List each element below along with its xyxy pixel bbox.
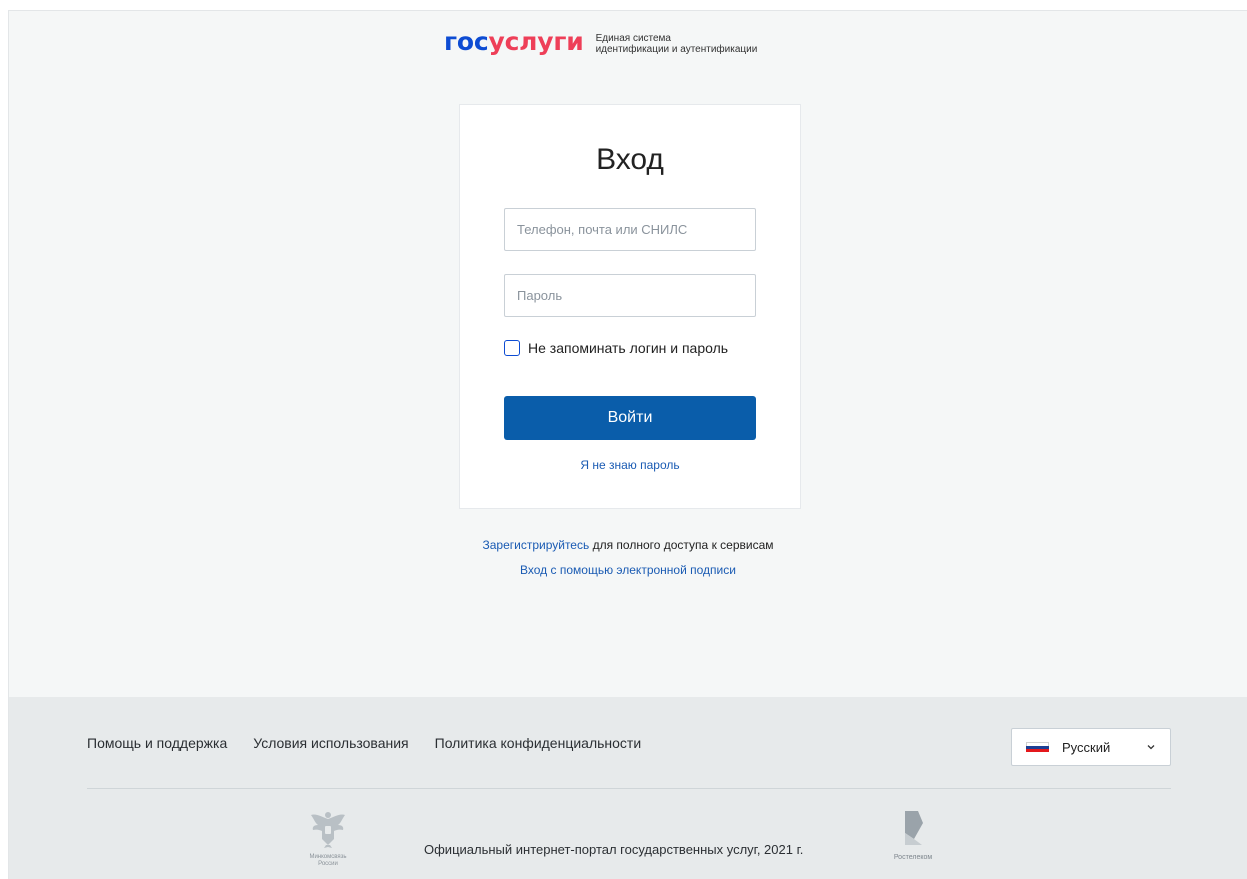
emblem-caption-line-1: Минкомсвязь bbox=[309, 854, 347, 860]
tagline-line-2: идентификации и аутентификации bbox=[595, 44, 758, 55]
page-frame: госуслуги Единая система идентификации и… bbox=[8, 10, 1247, 879]
footer-link-help[interactable]: Помощь и поддержка bbox=[87, 735, 227, 751]
emblem-caption-line-2: России bbox=[318, 861, 338, 867]
remember-checkbox[interactable] bbox=[504, 340, 520, 356]
coat-of-arms-icon bbox=[311, 812, 345, 848]
logo-wordmark: госуслуги bbox=[444, 26, 584, 58]
register-link[interactable]: Зарегистрируйтесь bbox=[482, 538, 589, 552]
language-select[interactable]: Русский bbox=[1011, 728, 1171, 766]
login-title: Вход bbox=[596, 143, 664, 176]
russia-flag-icon bbox=[1026, 741, 1049, 753]
rostelecom-caption: Ростелеком bbox=[893, 854, 933, 861]
esign-line: Вход с помощью электронной подписи bbox=[9, 563, 1247, 577]
login-button[interactable]: Войти bbox=[504, 396, 756, 440]
register-text: для полного доступа к сервисам bbox=[589, 538, 774, 552]
footer-links: Помощь и поддержка Условия использования… bbox=[87, 735, 667, 751]
rostelecom-icon bbox=[905, 811, 923, 845]
remember-option[interactable]: Не запоминать логин и пароль bbox=[504, 340, 728, 356]
login-input[interactable] bbox=[504, 208, 756, 251]
footer-link-privacy[interactable]: Политика конфиденциальности bbox=[435, 735, 642, 751]
rostelecom-logo: Ростелеком bbox=[883, 809, 943, 871]
footer-divider bbox=[87, 788, 1171, 789]
language-label: Русский bbox=[1062, 739, 1111, 755]
ministry-emblem: Минкомсвязь России bbox=[305, 809, 351, 871]
footer: Помощь и поддержка Условия использования… bbox=[9, 697, 1247, 879]
remember-label: Не запоминать логин и пароль bbox=[528, 340, 729, 356]
gosuslugi-logo[interactable]: госуслуги Единая система идентификации и… bbox=[444, 26, 757, 66]
footer-link-terms[interactable]: Условия использования bbox=[253, 735, 408, 751]
login-card: Вход Не запоминать логин и пароль Войти … bbox=[459, 104, 801, 509]
copyright-text: Официальный интернет-портал государствен… bbox=[424, 842, 804, 857]
chevron-down-icon bbox=[1147, 745, 1155, 750]
esign-login-link[interactable]: Вход с помощью электронной подписи bbox=[520, 563, 736, 577]
forgot-password-link[interactable]: Я не знаю пароль bbox=[460, 458, 800, 472]
password-input[interactable] bbox=[504, 274, 756, 317]
emblem-caption: Минкомсвязь России bbox=[305, 854, 351, 868]
logo-uslugi-part: услуги bbox=[488, 27, 584, 56]
tagline-line-1: Единая система bbox=[595, 33, 671, 44]
logo-tagline: Единая система идентификации и аутентифи… bbox=[596, 33, 758, 55]
logo-gos-part: гос bbox=[444, 27, 489, 56]
register-line: Зарегистрируйтесь для полного доступа к … bbox=[9, 538, 1247, 552]
